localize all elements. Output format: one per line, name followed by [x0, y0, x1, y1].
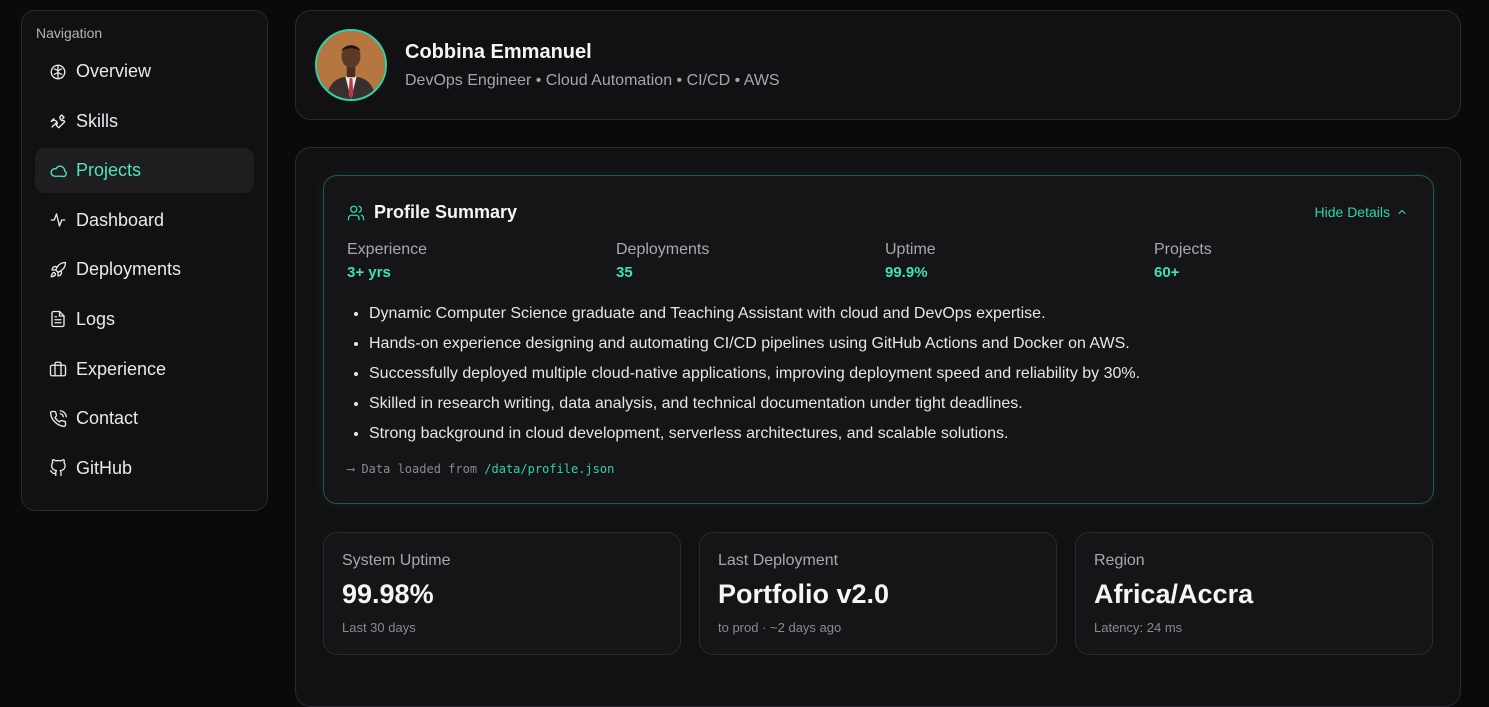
stat-deployments: Deployments 35: [616, 241, 709, 281]
sidebar-item-label: Logs: [76, 308, 116, 329]
hide-details-label: Hide Details: [1314, 204, 1390, 220]
list-item: Dynamic Computer Science graduate and Te…: [369, 303, 1140, 333]
main-panel: Profile Summary Hide Details Experience …: [295, 147, 1461, 707]
summary-title-text: Profile Summary: [374, 202, 518, 222]
metric-card-last-deployment: Last Deployment Portfolio v2.0 to prod ·…: [699, 532, 1057, 655]
profile-header: Cobbina Emmanuel DevOps Engineer • Cloud…: [295, 10, 1461, 120]
profile-summary-card: Profile Summary Hide Details Experience …: [323, 175, 1434, 504]
list-item: Skilled in research writing, data analys…: [369, 393, 1140, 423]
metric-card-region: Region Africa/Accra Latency: 24 ms: [1075, 532, 1433, 655]
summary-bullets: Dynamic Computer Science graduate and Te…: [347, 303, 1140, 453]
sidebar-item-github[interactable]: GitHub: [35, 446, 254, 491]
stat-uptime: Uptime 99.9%: [885, 241, 936, 281]
wrench-icon: [49, 112, 67, 130]
list-item: Hands-on experience designing and automa…: [369, 333, 1140, 363]
brain-icon: [49, 63, 67, 81]
stat-experience: Experience 3+ yrs: [347, 241, 427, 281]
sidebar: Navigation Overview Skills Projects Dash…: [21, 10, 268, 511]
chevron-up-icon: [1396, 206, 1408, 218]
stat-label: Experience: [347, 241, 428, 258]
sidebar-item-contact[interactable]: Contact: [35, 396, 254, 441]
metric-value: 99.98%: [342, 579, 434, 609]
metric-value: Portfolio v2.0: [718, 579, 890, 609]
summary-title: Profile Summary: [347, 202, 517, 223]
profile-name: Cobbina Emmanuel: [405, 40, 592, 63]
data-source-note: ⟶ Data loaded from /data/profile.json: [347, 462, 614, 476]
file-text-icon: [49, 310, 67, 328]
sidebar-item-logs[interactable]: Logs: [35, 297, 254, 342]
metric-card-uptime: System Uptime 99.98% Last 30 days: [323, 532, 681, 655]
metric-label: Region: [1094, 552, 1145, 569]
sidebar-item-label: Deployments: [76, 259, 182, 280]
sidebar-heading: Navigation: [36, 25, 103, 41]
sidebar-item-label: Projects: [76, 160, 142, 181]
stat-projects: Projects 60+: [1154, 241, 1212, 281]
metric-label: System Uptime: [342, 552, 451, 569]
metric-subtext: to prod · ~2 days ago: [718, 620, 842, 635]
sidebar-item-label: GitHub: [76, 457, 133, 478]
sidebar-item-experience[interactable]: Experience: [35, 347, 254, 392]
sidebar-item-label: Skills: [76, 110, 119, 131]
phone-icon: [49, 409, 67, 428]
metric-label: Last Deployment: [718, 552, 839, 569]
stat-value: 3+ yrs: [347, 264, 391, 281]
sidebar-item-label: Contact: [76, 408, 139, 429]
sidebar-item-deployments[interactable]: Deployments: [35, 247, 254, 292]
sidebar-item-overview[interactable]: Overview: [35, 49, 254, 94]
sidebar-item-label: Dashboard: [76, 209, 165, 230]
data-source-path: /data/profile.json: [484, 462, 615, 476]
list-item: Successfully deployed multiple cloud-nat…: [369, 363, 1140, 393]
metric-value: Africa/Accra: [1094, 579, 1254, 609]
sidebar-item-projects[interactable]: Projects: [35, 148, 254, 194]
hide-details-button[interactable]: Hide Details: [1315, 204, 1408, 220]
stat-label: Deployments: [616, 241, 710, 258]
users-icon: [347, 204, 365, 222]
github-icon: [49, 459, 67, 477]
stat-label: Uptime: [885, 241, 936, 258]
rocket-icon: [49, 261, 67, 279]
stat-value: 60+: [1154, 264, 1180, 281]
list-item: Strong background in cloud development, …: [369, 423, 1140, 453]
cloud-icon: [49, 162, 67, 180]
stat-value: 99.9%: [885, 264, 928, 281]
avatar: [315, 29, 387, 101]
sidebar-item-skills[interactable]: Skills: [35, 99, 254, 144]
sidebar-item-label: Experience: [76, 358, 167, 379]
activity-icon: [49, 211, 67, 229]
sidebar-item-dashboard[interactable]: Dashboard: [35, 198, 254, 243]
stat-value: 35: [616, 264, 633, 281]
data-source-prefix: ⟶ Data loaded from: [347, 462, 485, 476]
stat-label: Projects: [1154, 241, 1212, 258]
briefcase-icon: [49, 360, 67, 378]
metric-subtext: Last 30 days: [342, 620, 416, 635]
metric-subtext: Latency: 24 ms: [1094, 620, 1183, 635]
sidebar-item-label: Overview: [76, 61, 152, 81]
profile-tagline: DevOps Engineer • Cloud Automation • CI/…: [405, 71, 780, 89]
